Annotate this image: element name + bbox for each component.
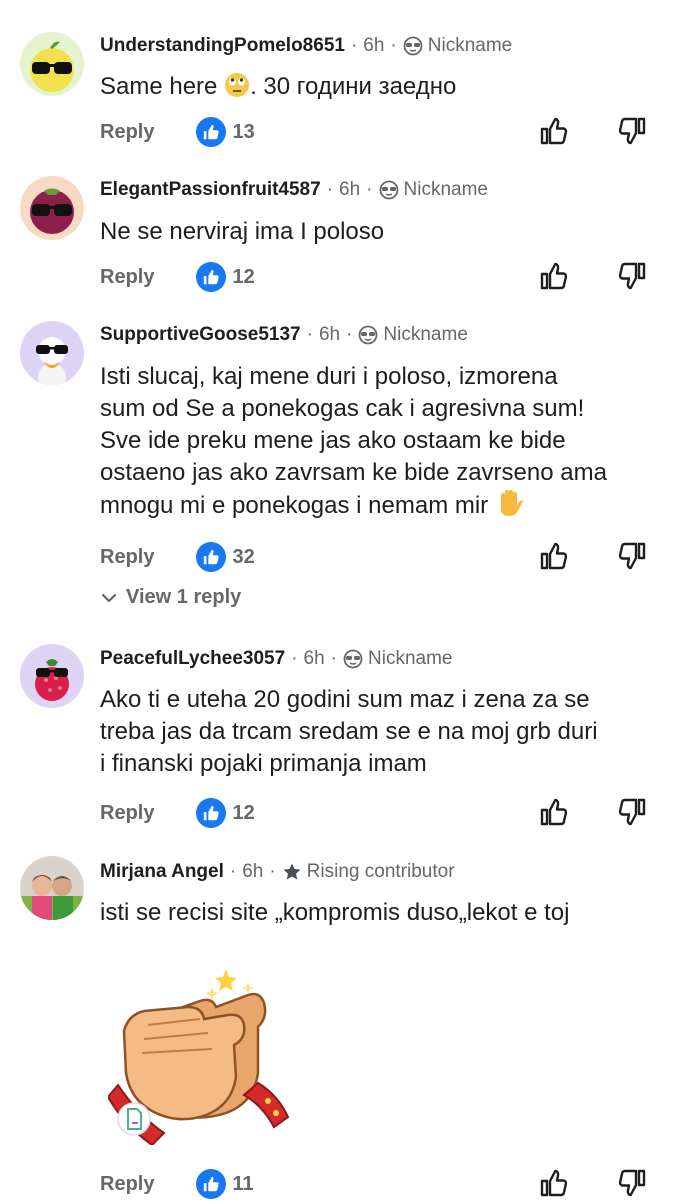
sunglasses-face-icon	[359, 325, 378, 345]
reply-button[interactable]: Reply	[100, 266, 154, 289]
thumbs-up-icon	[196, 1169, 227, 1199]
comment-actions: Reply 32	[100, 540, 657, 574]
like-count: 12	[232, 801, 255, 824]
like-count: 32	[232, 545, 255, 568]
comment: ElegantPassionfruit4587 · 6h · Nickname …	[0, 160, 677, 300]
reaction-summary[interactable]: 11	[196, 1169, 254, 1199]
author-name[interactable]: UnderstandingPomelo8651	[100, 35, 345, 57]
reply-button[interactable]: Reply	[100, 121, 154, 144]
thumbs-up-icon[interactable]	[539, 796, 569, 833]
nickname-badge: Nickname	[403, 35, 512, 57]
reaction-summary[interactable]: 12	[196, 798, 255, 828]
thumbs-up-icon	[196, 262, 227, 292]
author-name[interactable]: SupportiveGoose5137	[100, 324, 301, 346]
comment: UnderstandingPomelo8651 · 6h · Nickname …	[0, 0, 677, 160]
thumbs-up-icon[interactable]	[539, 1167, 569, 1204]
comment-meta: SupportiveGoose5137 · 6h · Nickname	[100, 324, 468, 346]
author-name[interactable]: ElegantPassionfruit4587	[100, 179, 321, 201]
sunglasses-face-icon	[403, 36, 423, 56]
avatar[interactable]	[20, 644, 84, 708]
comment: SupportiveGoose5137 · 6h · Nickname Isti…	[0, 305, 677, 625]
reply-button[interactable]: Reply	[100, 802, 154, 825]
thumbs-down-icon[interactable]	[617, 115, 647, 152]
nickname-badge: Nickname	[379, 179, 488, 201]
reaction-summary[interactable]: 13	[196, 117, 255, 147]
rising-contributor-badge: Rising contributor	[282, 861, 455, 883]
thumbs-down-icon[interactable]	[617, 540, 647, 577]
timestamp: 6h	[339, 179, 361, 200]
raised-hand-emoji-icon	[495, 489, 525, 526]
reply-button[interactable]: Reply	[100, 1173, 154, 1196]
comment-meta: Mirjana Angel · 6h · Rising contributor	[100, 861, 455, 883]
comment-text: Ako ti e uteha 20 godini sum maz i zena …	[100, 686, 598, 777]
thumbs-up-icon[interactable]	[539, 260, 569, 297]
comment-text: Ne se nerviraj ima I poloso	[100, 218, 385, 245]
thumbs-up-icon	[196, 798, 227, 828]
comment-text: Isti slucaj, kaj mene duri i poloso, izm…	[100, 361, 665, 526]
comment-actions: Reply 13	[100, 115, 657, 149]
author-name[interactable]: PeacefulLychee3057	[100, 648, 285, 670]
sunglasses-face-icon	[343, 649, 363, 669]
view-replies-button[interactable]: View 1 reply	[100, 586, 241, 609]
thumbs-up-icon	[196, 542, 227, 572]
thumbs-down-icon[interactable]	[617, 260, 647, 297]
timestamp: 6h	[303, 648, 325, 669]
comment-meta: ElegantPassionfruit4587 · 6h · Nickname	[100, 179, 488, 201]
avatar[interactable]	[20, 856, 84, 920]
comment-meta: PeacefulLychee3057 · 6h · Nickname	[100, 648, 453, 670]
comment: PeacefulLychee3057 · 6h · Nickname Ako t…	[0, 628, 677, 838]
comment-text: isti se recisi site „kompromis duso„leko…	[100, 899, 570, 926]
author-name[interactable]: Mirjana Angel	[100, 861, 224, 883]
sunglasses-face-icon	[379, 180, 398, 200]
like-count: 13	[232, 120, 255, 143]
rolling-eyes-emoji-icon	[224, 72, 250, 107]
thumbs-down-icon[interactable]	[617, 796, 647, 833]
reply-button[interactable]: Reply	[100, 546, 154, 569]
avatar[interactable]	[20, 321, 84, 385]
thumbs-up-icon[interactable]	[539, 115, 569, 152]
star-icon	[283, 863, 301, 880]
timestamp: 6h	[363, 35, 385, 56]
comment-actions: Reply 12	[100, 260, 657, 294]
nickname-badge: Nickname	[358, 324, 468, 346]
like-count: 11	[232, 1172, 254, 1195]
timestamp: 6h	[242, 861, 264, 882]
reaction-summary[interactable]: 32	[196, 542, 255, 572]
clapping-hands-sticker[interactable]	[106, 965, 298, 1147]
comment: Mirjana Angel · 6h · Rising contributor …	[0, 842, 677, 1200]
reaction-summary[interactable]: 12	[196, 262, 255, 292]
chevron-down-icon	[101, 593, 117, 602]
thumbs-up-icon	[196, 117, 227, 147]
avatar[interactable]	[20, 176, 84, 240]
comment-meta: UnderstandingPomelo8651 · 6h · Nickname	[100, 35, 513, 57]
thumbs-up-icon[interactable]	[539, 540, 569, 577]
comment-text: Same here . 30 години заедно	[100, 71, 665, 107]
timestamp: 6h	[318, 324, 341, 345]
thumbs-down-icon[interactable]	[617, 1167, 647, 1204]
comment-actions: Reply 12	[100, 796, 657, 830]
avatar[interactable]	[20, 32, 84, 96]
like-count: 12	[232, 265, 255, 288]
nickname-badge: Nickname	[343, 648, 452, 670]
comment-actions: Reply 11	[100, 1167, 657, 1201]
